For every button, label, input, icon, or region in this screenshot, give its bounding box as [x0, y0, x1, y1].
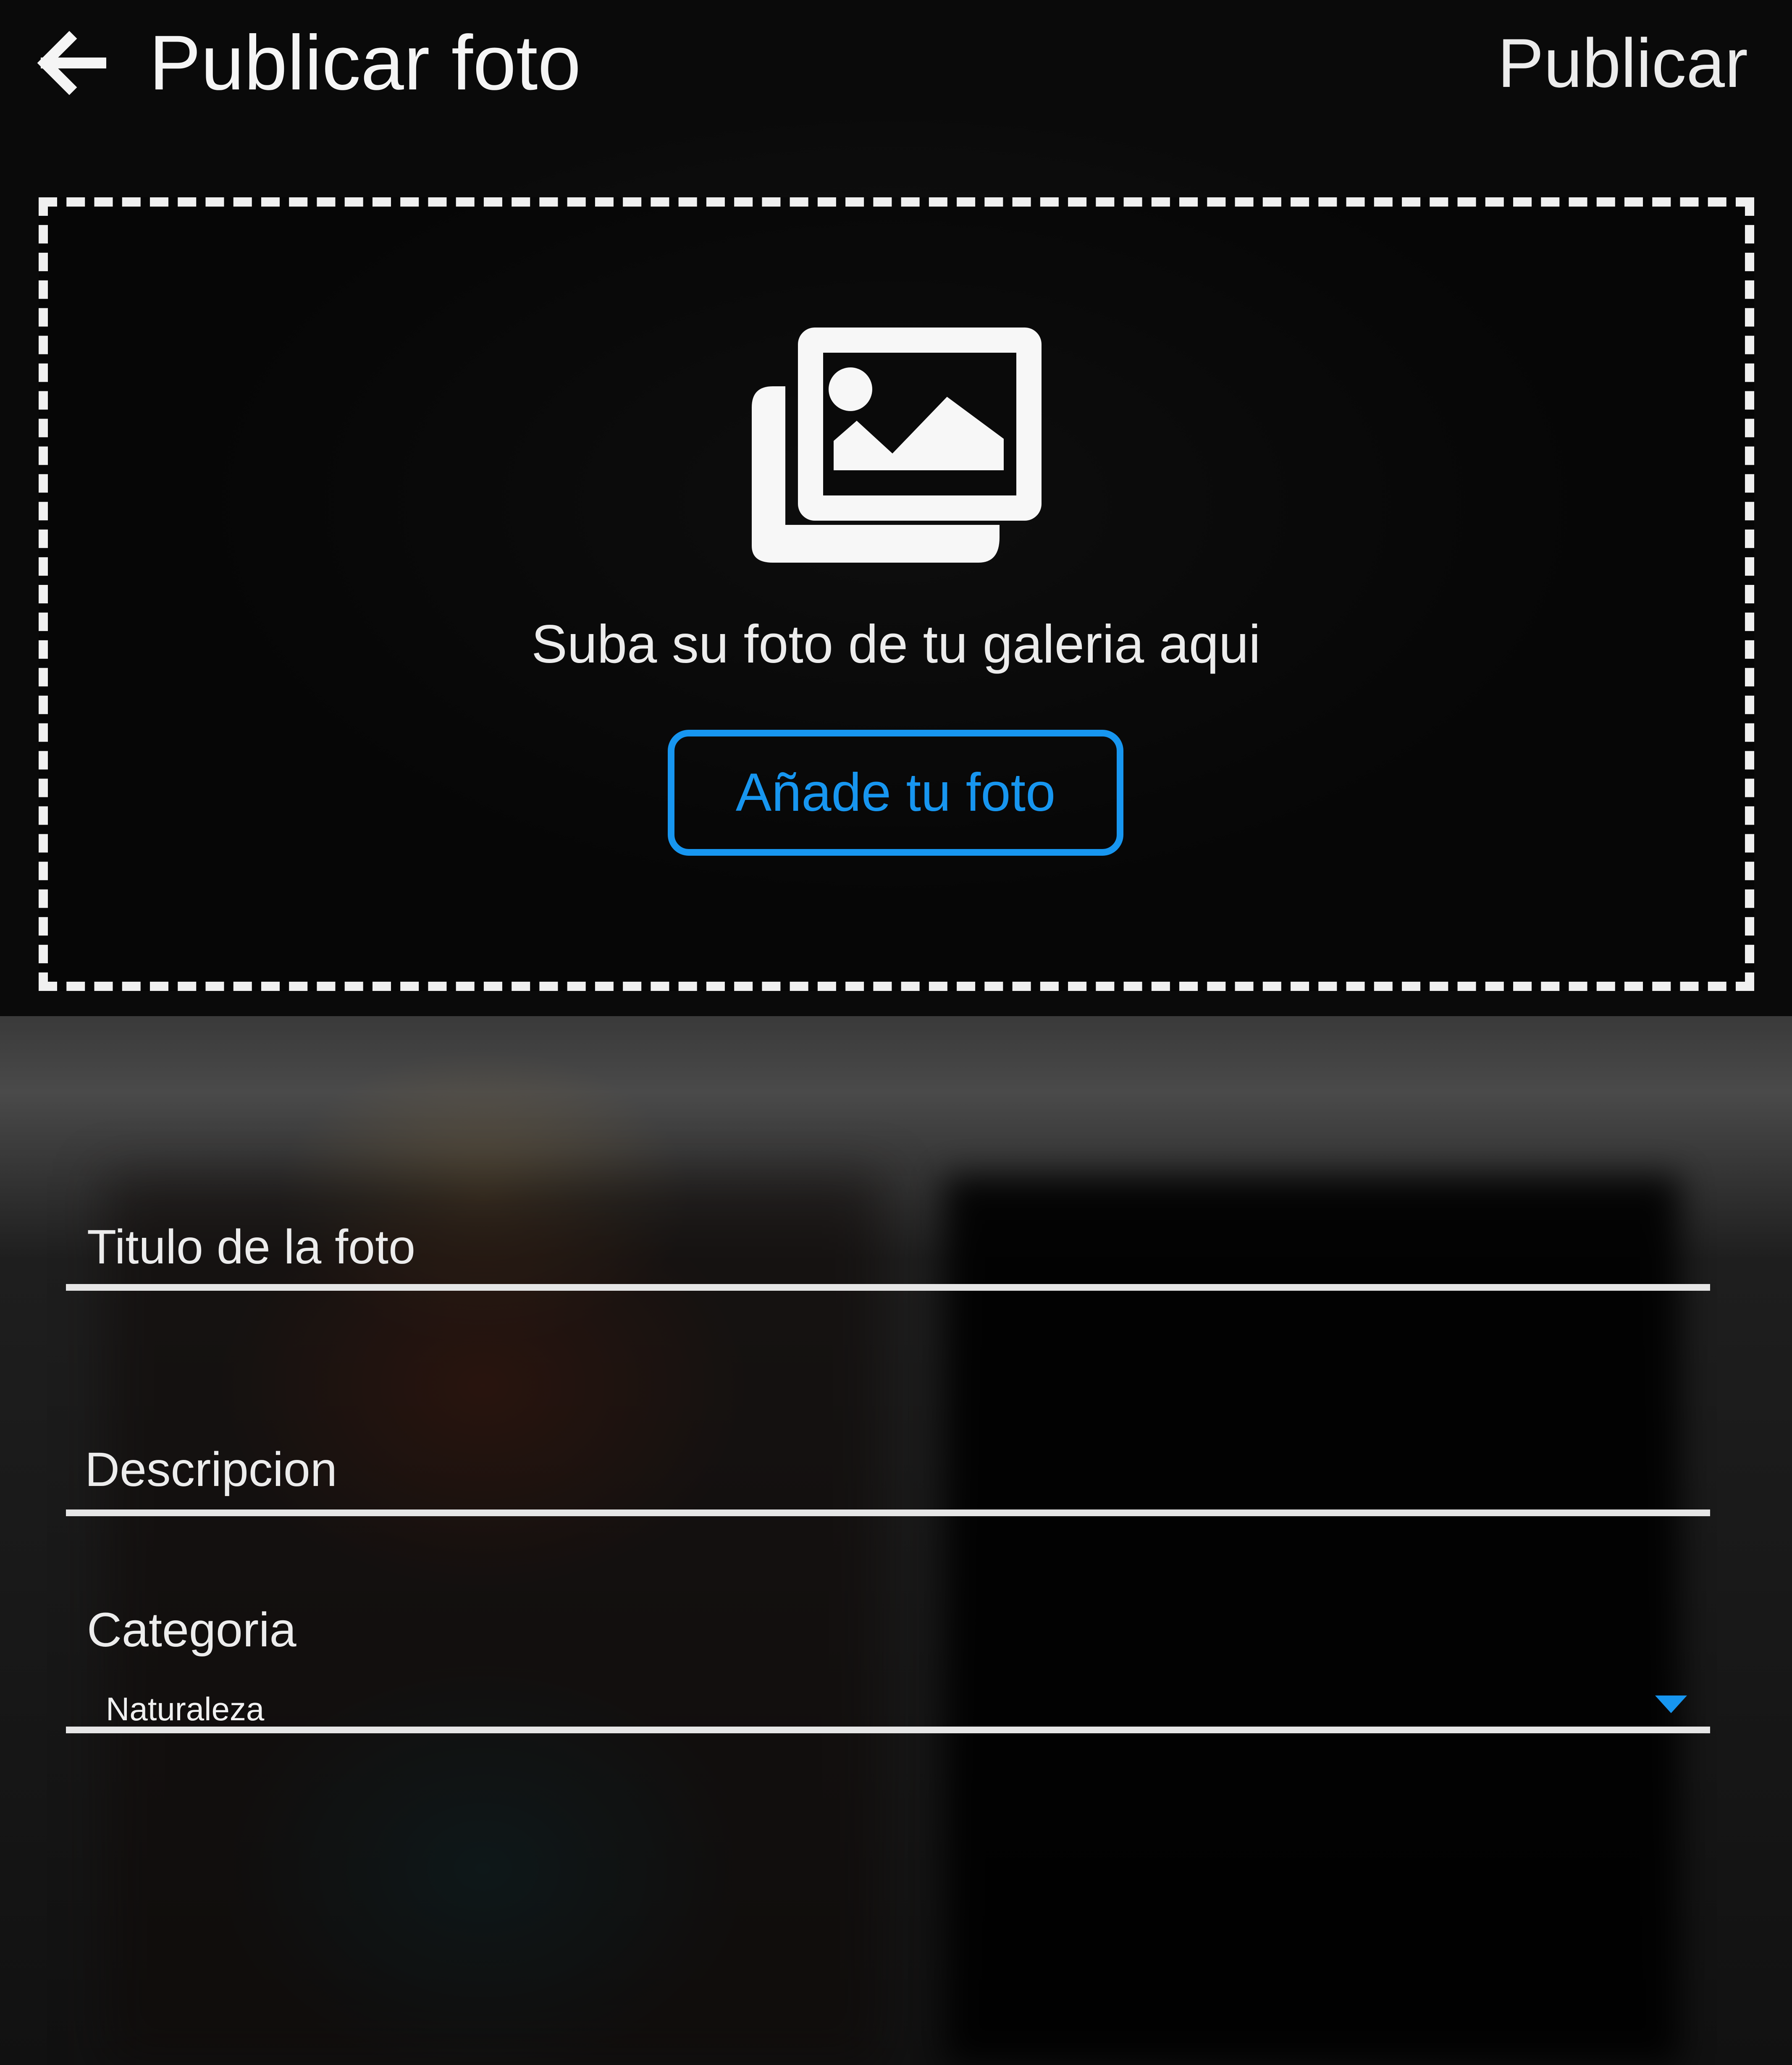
- description-field[interactable]: Descripcion: [66, 1440, 1710, 1520]
- photo-title-underline: [66, 1284, 1710, 1291]
- photo-title-field[interactable]: Titulo de la foto: [66, 1218, 1710, 1297]
- back-button[interactable]: [34, 29, 109, 97]
- category-selected-value: Naturaleza: [106, 1690, 265, 1727]
- publish-photo-screen: Publicar foto Publicar Suba su foto de t…: [0, 0, 1792, 2065]
- background-blur-right: [945, 1176, 1680, 2065]
- category-label: Categoria: [87, 1603, 296, 1657]
- photo-drop-zone[interactable]: [39, 197, 1754, 991]
- add-photo-button[interactable]: Añade tu foto: [668, 730, 1123, 856]
- category-select[interactable]: Naturaleza: [66, 1680, 1710, 1738]
- photo-title-label: Titulo de la foto: [87, 1220, 416, 1274]
- image-gallery-icon: [735, 328, 1058, 579]
- description-underline: [66, 1509, 1710, 1516]
- app-bar: Publicar foto Publicar: [0, 0, 1792, 126]
- page-title: Publicar foto: [149, 20, 581, 106]
- caret-down-icon: [1655, 1696, 1687, 1713]
- upload-prompt: Suba su foto de tu galeria aqui: [531, 614, 1261, 674]
- category-underline: [66, 1727, 1710, 1733]
- description-label: Descripcion: [85, 1443, 337, 1496]
- arrow-left-icon: [37, 31, 106, 95]
- publish-button[interactable]: Publicar: [1498, 21, 1748, 105]
